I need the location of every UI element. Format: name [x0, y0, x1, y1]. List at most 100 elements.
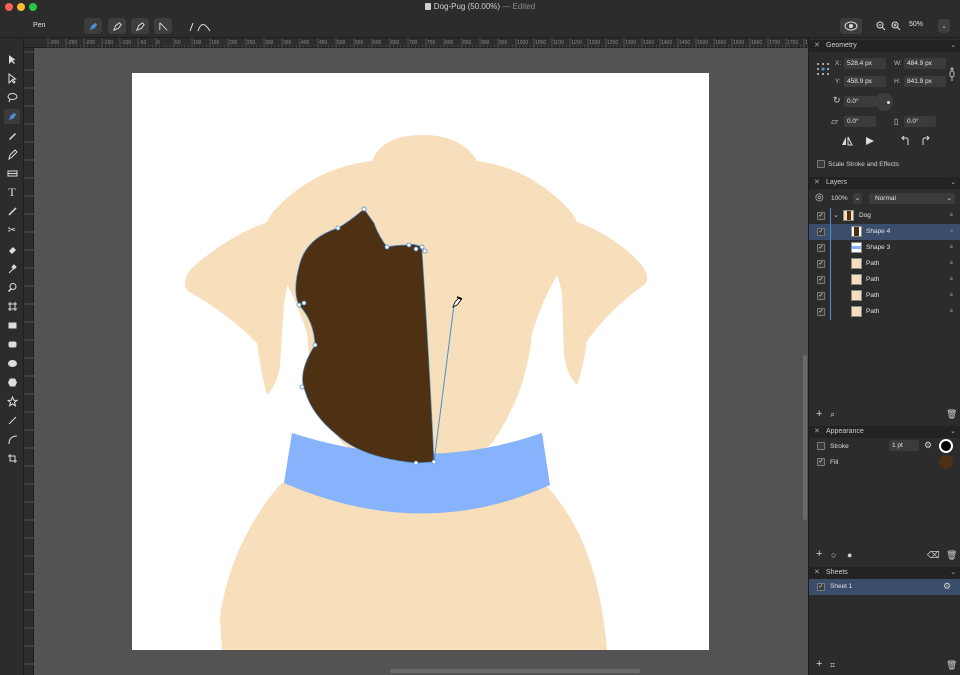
zoom-tool[interactable]: [4, 280, 20, 295]
brush-tool[interactable]: [4, 147, 20, 162]
pen-tool[interactable]: [4, 109, 20, 124]
vertical-ruler[interactable]: [24, 48, 34, 675]
zoom-in-button[interactable]: [891, 18, 901, 34]
preview-button[interactable]: [840, 18, 862, 34]
add-layer-icon[interactable]: +: [816, 409, 822, 420]
left-ear-shape[interactable]: [184, 213, 302, 395]
layer-shape-4[interactable]: ✓ Shape 4 🔒︎: [809, 224, 960, 240]
convert-point-button[interactable]: [154, 18, 172, 34]
trash-icon[interactable]: 🗑︎: [946, 551, 957, 560]
opacity-dropdown[interactable]: ⌄: [853, 193, 862, 204]
zoom-dropdown[interactable]: ⌄: [938, 19, 950, 33]
fill-color-swatch[interactable]: [939, 455, 953, 469]
canvas-area[interactable]: [34, 48, 808, 675]
select-tool[interactable]: [4, 52, 20, 67]
h-field[interactable]: 841.9 px: [904, 76, 946, 87]
pencil-tool[interactable]: [4, 128, 20, 143]
layer-visibility-checkbox[interactable]: ✓: [817, 276, 825, 284]
artboard[interactable]: [132, 73, 709, 650]
horizontal-ruler[interactable]: -300 -250 -200 -150 -100 -50 0 50 100 150 200 250 30…: [24, 38, 808, 48]
gear-icon[interactable]: ⚙: [943, 582, 951, 591]
horizontal-scrollbar[interactable]: [390, 669, 640, 673]
fill-checkbox[interactable]: ✓: [817, 458, 825, 466]
stroke-checkbox[interactable]: [817, 442, 825, 450]
scissors-tool[interactable]: ✂: [4, 223, 20, 238]
rotation-field[interactable]: 0.0°: [844, 96, 876, 107]
eraser-tool[interactable]: [4, 242, 20, 257]
sheet-options-icon[interactable]: ⌗: [830, 661, 835, 670]
lock-icon[interactable]: 🔒︎: [950, 228, 953, 235]
layer-visibility-checkbox[interactable]: ✓: [817, 212, 825, 220]
rounded-rectangle-tool[interactable]: [4, 337, 20, 352]
layer-visibility-checkbox[interactable]: ✓: [817, 308, 825, 316]
geometry-header[interactable]: ✕ Geometry ⌄: [809, 40, 960, 52]
flip-horizontal-button[interactable]: [841, 135, 853, 147]
flip-vertical-button[interactable]: [864, 135, 876, 147]
lock-icon[interactable]: 🔒︎: [950, 292, 953, 299]
curve-options-button[interactable]: [186, 18, 216, 34]
blend-mode-select[interactable]: Normal ⌄: [869, 193, 955, 204]
add-stroke-icon[interactable]: ○: [831, 551, 836, 560]
chevron-down-icon[interactable]: ⌄: [950, 568, 956, 576]
rotate-right-button[interactable]: [920, 135, 932, 147]
layer-path[interactable]: ✓ Path 🔒︎: [809, 272, 960, 288]
crop-tool[interactable]: [4, 451, 20, 466]
polygon-tool[interactable]: [4, 375, 20, 390]
stroke-width-field[interactable]: 1 pt: [889, 440, 919, 451]
lock-icon[interactable]: 🔒︎: [950, 276, 953, 283]
trash-icon[interactable]: 🗑︎: [946, 410, 957, 419]
trash-icon[interactable]: 🗑︎: [946, 661, 957, 670]
close-icon[interactable]: ✕: [814, 427, 820, 435]
vector-brush-tool[interactable]: [4, 166, 20, 181]
layers-header[interactable]: ✕ Layers ⌄: [809, 177, 960, 189]
appearance-header[interactable]: ✕ Appearance ⌄: [809, 426, 960, 438]
close-icon[interactable]: ✕: [814, 178, 820, 186]
sheets-header[interactable]: ✕ Sheets ⌄: [809, 567, 960, 579]
chevron-down-icon[interactable]: ⌄: [833, 211, 839, 220]
y-field[interactable]: 458.9 px: [844, 76, 886, 87]
direct-select-tool[interactable]: [4, 71, 20, 86]
artboard-tool[interactable]: [4, 299, 20, 314]
patch-shape-4[interactable]: [295, 208, 435, 464]
close-icon[interactable]: ✕: [814, 41, 820, 49]
add-fill-icon[interactable]: ●: [847, 551, 852, 560]
ellipse-tool[interactable]: [4, 356, 20, 371]
eyedropper-tool[interactable]: [4, 261, 20, 276]
pen-add-button[interactable]: [108, 18, 126, 34]
skew-field[interactable]: 0.0°: [904, 116, 936, 127]
lock-icon[interactable]: 🔒︎: [950, 212, 953, 219]
link-dimensions-icon[interactable]: [949, 66, 955, 82]
layer-path[interactable]: ✓ Path 🔒︎: [809, 256, 960, 272]
scale-stroke-checkbox[interactable]: [817, 160, 825, 168]
knife-tool[interactable]: [4, 204, 20, 219]
lock-icon[interactable]: 🔒︎: [950, 308, 953, 315]
dog-illustration[interactable]: [132, 73, 709, 650]
layer-dog[interactable]: ✓ ⌄ Dog 🔒︎: [809, 208, 960, 224]
arc-tool[interactable]: [4, 432, 20, 447]
add-sheet-icon[interactable]: +: [816, 659, 822, 670]
opacity-value[interactable]: 100%: [831, 195, 848, 202]
layer-visibility-checkbox[interactable]: ✓: [817, 292, 825, 300]
clear-appearance-icon[interactable]: ⌫: [927, 551, 940, 560]
sheet-item[interactable]: ✓ Sheet 1 ⚙: [809, 579, 960, 595]
zoom-out-button[interactable]: [876, 18, 886, 34]
shear-field[interactable]: 0.0°: [844, 116, 876, 127]
search-icon[interactable]: ⌕: [830, 410, 835, 419]
vertical-scrollbar[interactable]: [803, 355, 807, 520]
layer-visibility-checkbox[interactable]: ✓: [817, 260, 825, 268]
layer-shape-3[interactable]: ✓ Shape 3 🔒︎: [809, 240, 960, 256]
layer-path[interactable]: ✓ Path 🔒︎: [809, 304, 960, 320]
lock-icon[interactable]: 🔒︎: [950, 260, 953, 267]
layer-visibility-checkbox[interactable]: ✓: [817, 244, 825, 252]
chevron-down-icon[interactable]: ⌄: [950, 427, 956, 435]
sheet-checkbox[interactable]: ✓: [817, 583, 825, 591]
stroke-color-swatch[interactable]: [939, 439, 953, 453]
layer-path[interactable]: ✓ Path 🔒︎: [809, 288, 960, 304]
chevron-down-icon[interactable]: ⌄: [950, 178, 956, 186]
pen-remove-button[interactable]: [131, 18, 149, 34]
close-icon[interactable]: ✕: [814, 568, 820, 576]
text-tool[interactable]: T: [4, 185, 20, 200]
x-field[interactable]: 528.4 px: [844, 58, 886, 69]
line-tool[interactable]: [4, 413, 20, 428]
w-field[interactable]: 484.9 px: [904, 58, 946, 69]
